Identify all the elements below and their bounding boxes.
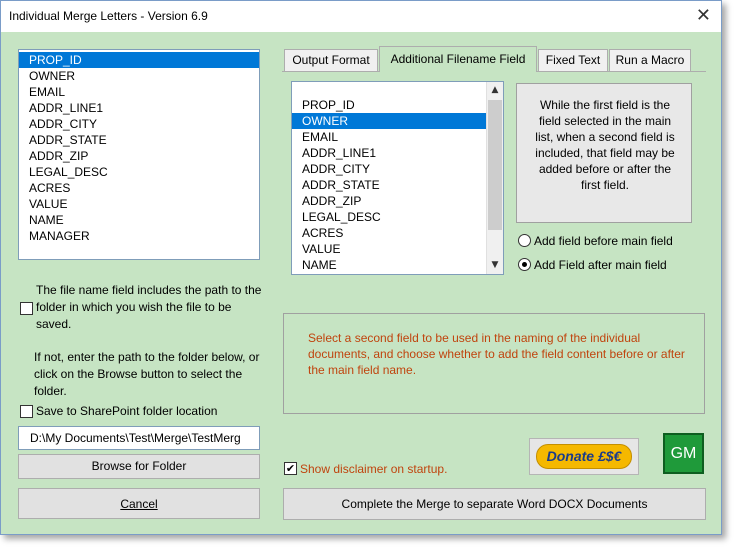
sharepoint-label: Save to SharePoint folder location (36, 404, 218, 418)
list-item[interactable]: ADDR_CITY (292, 161, 487, 177)
path-included-checkbox[interactable] (20, 302, 33, 315)
list-item[interactable]: ADDR_CITY (19, 116, 259, 132)
gm-logo-button[interactable]: GM (663, 433, 704, 474)
gm-label: GM (670, 445, 697, 462)
info-text-box: While the first field is the field selec… (516, 83, 692, 223)
donate-button[interactable]: Donate £$€ (529, 438, 639, 475)
complete-merge-button[interactable]: Complete the Merge to separate Word DOCX… (283, 488, 706, 520)
browse-folder-button[interactable]: Browse for Folder (18, 454, 260, 479)
complete-merge-label: Complete the Merge to separate Word DOCX… (341, 497, 648, 511)
list-item[interactable]: ADDR_LINE1 (19, 100, 259, 116)
close-icon[interactable]: ✕ (696, 5, 711, 26)
list-item[interactable]: LEGAL_DESC (19, 164, 259, 180)
path-included-label: The file name field includes the path to… (36, 283, 262, 331)
list-item[interactable]: PROP_ID (292, 97, 487, 113)
folder-path-value: D:\My Documents\Test\Merge\TestMerg (30, 431, 241, 445)
sharepoint-checkbox[interactable] (20, 405, 33, 418)
tab-additional-filename-field[interactable]: Additional Filename Field (379, 46, 537, 72)
merge-dialog-window: Individual Merge Letters - Version 6.9 ✕… (0, 0, 722, 535)
list-item[interactable]: MANAGER (19, 228, 259, 244)
scroll-thumb[interactable] (488, 100, 502, 230)
cancel-button[interactable]: Cancel (18, 488, 260, 519)
add-after-radio[interactable] (518, 258, 531, 271)
path-hint-text: If not, enter the path to the folder bel… (34, 350, 260, 398)
scroll-down-icon[interactable]: ▼ (487, 257, 503, 274)
list-item[interactable]: ACRES (292, 225, 487, 241)
list-item[interactable]: OWNER (19, 68, 259, 84)
add-before-radio[interactable] (518, 234, 531, 247)
tab-fixed-text[interactable]: Fixed Text (538, 49, 608, 71)
tab-run-a-macro[interactable]: Run a Macro (609, 49, 691, 71)
window-title: Individual Merge Letters - Version 6.9 (9, 9, 208, 23)
second-field-scrollbar[interactable]: ▲ ▼ (486, 82, 503, 274)
list-item[interactable]: ADDR_LINE1 (292, 145, 487, 161)
list-item[interactable]: LEGAL_DESC (292, 209, 487, 225)
list-item[interactable]: OWNER (292, 113, 487, 129)
list-item[interactable]: ADDR_STATE (292, 177, 487, 193)
scroll-up-icon[interactable]: ▲ (487, 82, 503, 99)
tab-output-format[interactable]: Output Format (284, 49, 378, 71)
instruction-message: Select a second field to be used in the … (283, 313, 705, 414)
list-item[interactable]: NAME (19, 212, 259, 228)
folder-path-field[interactable]: D:\My Documents\Test\Merge\TestMerg (18, 426, 260, 450)
list-item[interactable]: ACRES (19, 180, 259, 196)
donate-label: Donate £$€ (536, 444, 632, 469)
title-bar: Individual Merge Letters - Version 6.9 ✕ (1, 1, 721, 32)
list-item[interactable]: ADDR_ZIP (292, 193, 487, 209)
list-item[interactable]: ADDR_ZIP (19, 148, 259, 164)
second-field-list[interactable]: PROP_ID OWNER EMAIL ADDR_LINE1 ADDR_CITY ADDR… (291, 81, 504, 275)
list-item[interactable]: PROP_ID (19, 52, 259, 68)
disclaimer-checkbox[interactable]: ✔ (284, 462, 297, 475)
cancel-label: Cancel (120, 497, 158, 511)
list-item[interactable]: ADDR_STATE (19, 132, 259, 148)
add-after-label: Add Field after main field (534, 258, 667, 272)
add-before-label: Add field before main field (534, 234, 673, 248)
list-item[interactable]: VALUE (292, 241, 487, 257)
main-field-list[interactable]: PROP_ID OWNER EMAIL ADDR_LINE1 ADDR_CITY ADDR… (18, 49, 260, 260)
list-item[interactable]: EMAIL (292, 129, 487, 145)
list-item[interactable]: VALUE (19, 196, 259, 212)
disclaimer-label: Show disclaimer on startup. (300, 462, 448, 476)
list-item[interactable]: EMAIL (19, 84, 259, 100)
list-item[interactable]: NAME (292, 257, 487, 273)
